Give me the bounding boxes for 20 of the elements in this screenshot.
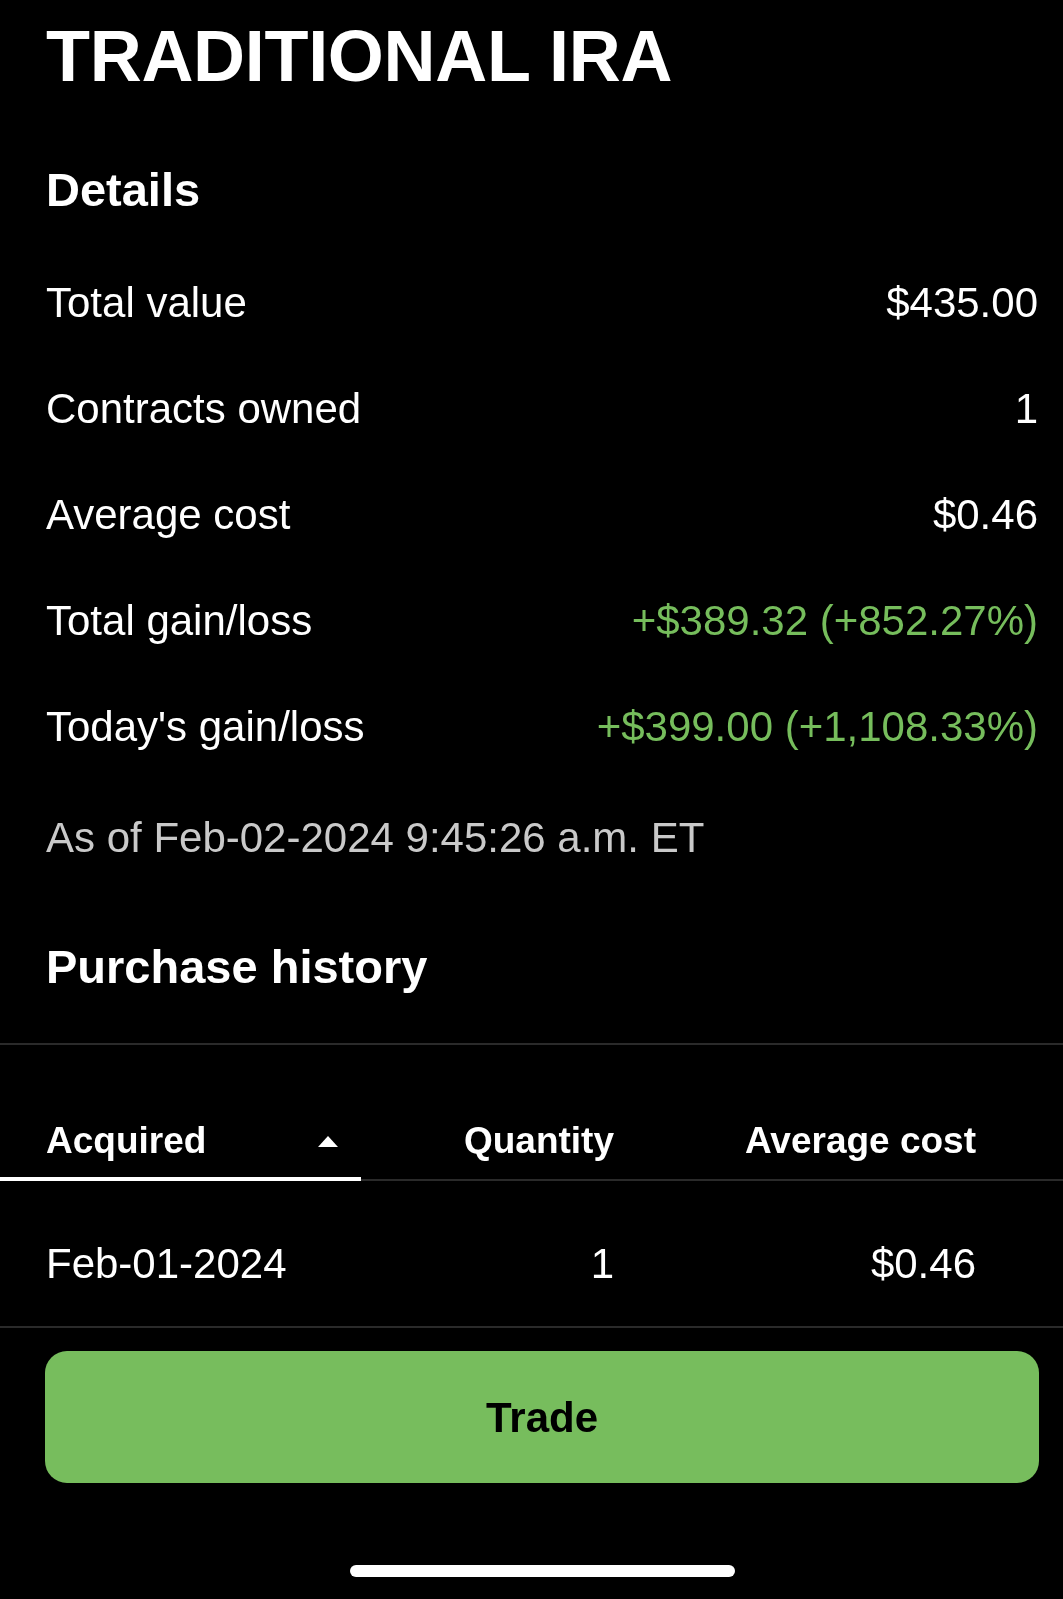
detail-label: Contracts owned: [46, 385, 362, 433]
trade-button[interactable]: Trade: [45, 1351, 1039, 1483]
table-cell: Feb-01-2024: [46, 1241, 287, 1288]
detail-value: $0.46: [932, 491, 1038, 539]
timestamp-text: As of Feb-02-2024 9:45:26 a.m. ET: [46, 814, 705, 862]
page-title: TRADITIONAL IRA: [46, 20, 673, 92]
detail-value: +$399.00 (+1,108.33%): [596, 703, 1038, 751]
detail-label: Today's gain/loss: [46, 703, 365, 751]
detail-label: Total value: [46, 279, 247, 327]
table-cell: $0.46: [870, 1241, 976, 1288]
detail-value: $435.00: [886, 279, 1038, 327]
detail-value: +$389.32 (+852.27%): [631, 597, 1038, 645]
detail-label: Total gain/loss: [46, 597, 313, 645]
detail-value: 1: [1014, 385, 1038, 433]
section-heading: Details: [46, 165, 201, 213]
column-header[interactable]: Quantity: [463, 1105, 614, 1181]
column-header[interactable]: Average cost: [745, 1105, 976, 1181]
table-cell: 1: [590, 1241, 614, 1288]
column-header[interactable]: Acquired: [0, 1105, 361, 1181]
detail-label: Average cost: [46, 491, 291, 539]
